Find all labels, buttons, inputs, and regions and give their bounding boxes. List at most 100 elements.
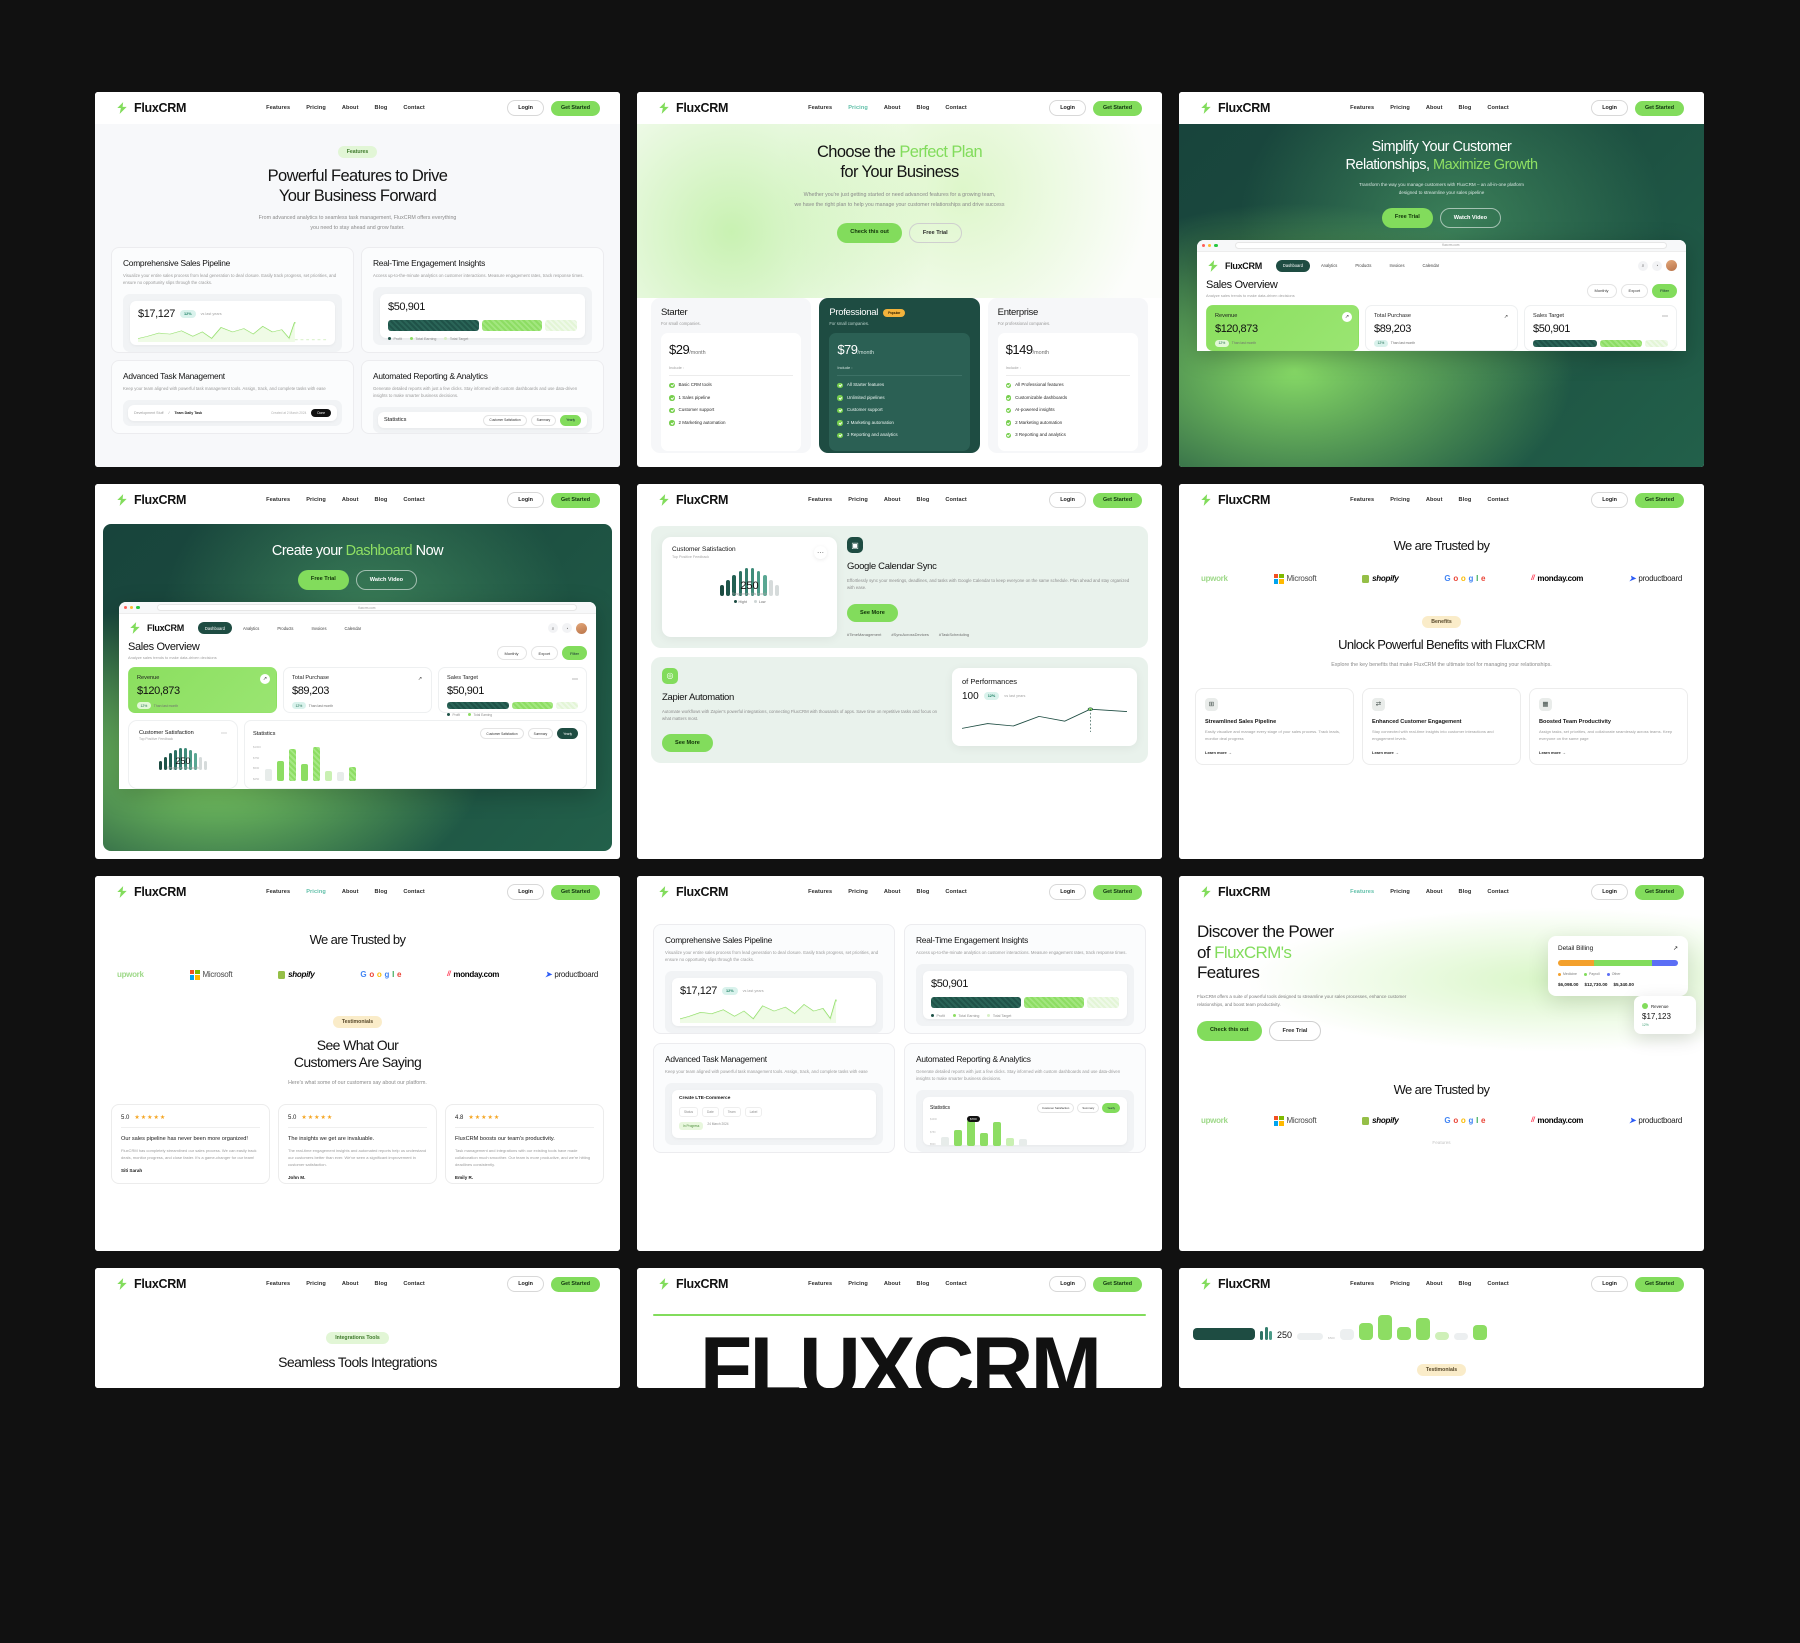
nav-link-pricing[interactable]: Pricing [306, 889, 326, 895]
feature-card[interactable]: Advanced Task Management Keep your team … [653, 1043, 895, 1154]
more-icon[interactable]: ⋯ [814, 546, 827, 559]
nav-link-pricing[interactable]: Pricing [1390, 1281, 1410, 1287]
get-started-button[interactable]: Get Started [1634, 884, 1684, 900]
testimonial-card[interactable]: 4.8 ★★★★★ FluxCRM boosts our team's produ… [445, 1104, 604, 1185]
nav-link-blog[interactable]: Blog [375, 105, 388, 111]
nav-link-blog[interactable]: Blog [917, 105, 930, 111]
nav-link-about[interactable]: About [884, 889, 901, 895]
login-button[interactable]: Login [1591, 100, 1628, 116]
tile-wordmark[interactable]: FluxCRM Features Pricing About Blog Cont… [637, 1268, 1162, 1388]
brand-logo[interactable]: FluxCRM [115, 1277, 186, 1291]
nav-link-blog[interactable]: Blog [375, 1281, 388, 1287]
expand-icon[interactable]: ↗ [1673, 945, 1678, 952]
select-satisfaction[interactable]: Customer Satisfaction [480, 728, 524, 740]
get-started-button[interactable]: Get Started [1634, 1276, 1684, 1292]
nav-link-contact[interactable]: Contact [1487, 1281, 1509, 1287]
nav-link-contact[interactable]: Contact [945, 497, 967, 503]
expand-icon[interactable]: ↗ [415, 674, 425, 685]
nav-link-blog[interactable]: Blog [375, 889, 388, 895]
export-button[interactable]: Export [1620, 283, 1649, 298]
login-button[interactable]: Login [1591, 492, 1628, 508]
nav-link-features[interactable]: Features [266, 1281, 290, 1287]
get-started-button[interactable]: Get Started [1092, 1276, 1142, 1292]
nav-link-pricing[interactable]: Pricing [848, 889, 868, 895]
tile-home-hero[interactable]: FluxCRM Features Pricing About Blog Cont… [1179, 92, 1704, 467]
testimonial-card[interactable]: 5.0 ★★★★★ The insights we get are invalua… [278, 1104, 437, 1185]
kpi-sales-target[interactable]: Sales Target $50,901 Profit Total Earnin… [438, 667, 587, 717]
url-bar[interactable]: fluxcrm.com [156, 604, 577, 612]
nav-link-pricing[interactable]: Pricing [1390, 497, 1410, 503]
get-started-button[interactable]: Get Started [1092, 884, 1142, 900]
feature-card[interactable]: Advanced Task Management Keep your team … [111, 359, 354, 435]
select-yearly[interactable]: Yearly [557, 728, 578, 740]
hero-cta-primary[interactable]: Free Trial [1381, 207, 1433, 228]
tile-testimonials-page[interactable]: FluxCRM Features Pricing About Blog Cont… [95, 876, 620, 1251]
benefit-card[interactable]: ⊞ Streamlined Sales Pipeline Easily visu… [1195, 687, 1354, 765]
pricing-cta-primary[interactable]: Check this out [837, 222, 902, 243]
tile-integrations-bottom[interactable]: FluxCRM Features Pricing About Blog Cont… [95, 1268, 620, 1388]
nav-link-blog[interactable]: Blog [375, 497, 388, 503]
expand-icon[interactable]: ↗ [1501, 311, 1511, 322]
nav-link-about[interactable]: About [1426, 889, 1443, 895]
see-more-button[interactable]: See More [662, 734, 713, 753]
filter-button[interactable]: Filter [1652, 283, 1677, 298]
tile-feature-grid-page[interactable]: FluxCRM Features Pricing About Blog Cont… [637, 876, 1162, 1251]
integration-card-google-calendar[interactable]: Customer Satisfaction Top Positive Feedb… [651, 526, 1148, 648]
nav-link-about[interactable]: About [1426, 497, 1443, 503]
feature-card[interactable]: Real-Time Engagement Insights Access up-… [904, 924, 1146, 1035]
nav-link-features[interactable]: Features [266, 889, 290, 895]
login-button[interactable]: Login [1049, 1276, 1086, 1292]
app-menu-dashboard[interactable]: Dashboard [197, 622, 232, 635]
get-started-button[interactable]: Get Started [1092, 100, 1142, 116]
nav-link-contact[interactable]: Contact [403, 105, 425, 111]
select-yearly[interactable]: Yearly [1102, 1103, 1120, 1114]
nav-link-pricing[interactable]: Pricing [848, 1281, 868, 1287]
integration-card-zapier[interactable]: ◎ Zapier Automation Automate workflows w… [651, 656, 1148, 764]
tile-footer-strip[interactable]: FluxCRM Features Pricing About Blog Cont… [1179, 1268, 1704, 1388]
hero-cta-secondary[interactable]: Watch Video [1439, 207, 1502, 228]
learn-more-link[interactable]: Learn more → [1205, 750, 1344, 755]
brand-logo[interactable]: FluxCRM [657, 1277, 728, 1291]
plan-card-professional[interactable]: Professional Popular For small companies.… [819, 298, 980, 453]
brand-logo[interactable]: FluxCRM [657, 885, 728, 899]
login-button[interactable]: Login [507, 100, 544, 116]
app-menu-analytics[interactable]: Analytics [236, 622, 266, 634]
nav-link-features[interactable]: Features [1350, 105, 1374, 111]
nav-link-blog[interactable]: Blog [1459, 497, 1472, 503]
nav-link-blog[interactable]: Blog [917, 889, 930, 895]
nav-link-about[interactable]: About [342, 105, 359, 111]
nav-link-about[interactable]: About [884, 1281, 901, 1287]
nav-link-contact[interactable]: Contact [1487, 497, 1509, 503]
nav-link-pricing[interactable]: Pricing [306, 497, 326, 503]
select-summary[interactable]: Summary [527, 728, 554, 740]
nav-link-features[interactable]: Features [808, 889, 832, 895]
discover-cta-primary[interactable]: Check this out [1197, 1020, 1262, 1041]
nav-link-contact[interactable]: Contact [1487, 889, 1509, 895]
nav-link-pricing[interactable]: Pricing [306, 1281, 326, 1287]
nav-link-contact[interactable]: Contact [1487, 105, 1509, 111]
expand-icon[interactable]: ↗ [1342, 311, 1352, 322]
tile-discover-page[interactable]: FluxCRM Features Pricing About Blog Cont… [1179, 876, 1704, 1251]
nav-link-features[interactable]: Features [1350, 497, 1374, 503]
nav-link-about[interactable]: About [342, 497, 359, 503]
more-icon[interactable]: ⋯ [570, 674, 580, 685]
nav-link-about[interactable]: About [1426, 105, 1443, 111]
nav-link-contact[interactable]: Contact [945, 105, 967, 111]
expand-icon[interactable]: ↗ [260, 674, 270, 685]
brand-logo[interactable]: FluxCRM [1199, 885, 1270, 899]
nav-link-features[interactable]: Features [266, 497, 290, 503]
app-menu-calendar[interactable]: Calendar [1416, 260, 1447, 272]
app-menu-calendar[interactable]: Calendar [338, 622, 369, 634]
get-started-button[interactable]: Get Started [550, 884, 600, 900]
brand-logo[interactable]: FluxCRM [115, 101, 186, 115]
get-started-button[interactable]: Get Started [1092, 492, 1142, 508]
brand-logo[interactable]: FluxCRM [115, 493, 186, 507]
search-icon[interactable]: ⌕ [1638, 260, 1648, 271]
feature-card[interactable]: Automated Reporting & Analytics Generate… [361, 359, 604, 435]
select-summary[interactable]: Summary [530, 414, 557, 426]
select-summary[interactable]: Summary [1077, 1103, 1100, 1114]
nav-link-features[interactable]: Features [1350, 889, 1374, 895]
bell-icon[interactable]: ◔ [562, 623, 572, 634]
nav-link-features[interactable]: Features [1350, 1281, 1374, 1287]
feature-card[interactable]: Real-Time Engagement Insights Access up-… [361, 246, 604, 353]
